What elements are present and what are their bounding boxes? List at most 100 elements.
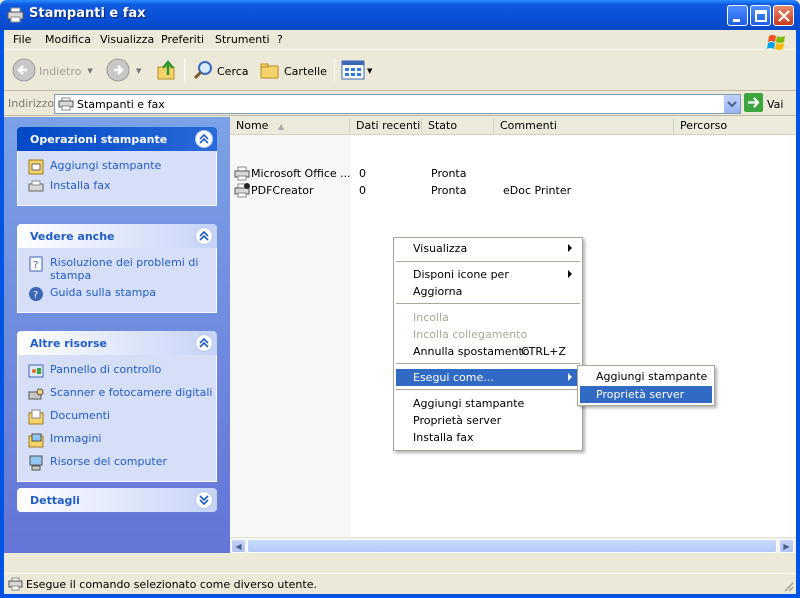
printer-tasks-body: Aggiungi stampante Installa fax	[17, 151, 217, 206]
menu-item-label: Visualizza	[413, 242, 468, 255]
column-header-row: Nome ▲ Dati recenti Stato Commenti Perco…	[230, 117, 796, 135]
row-name: Microsoft Office ...	[251, 167, 351, 180]
link-documents[interactable]: Documenti	[28, 409, 216, 425]
go-button[interactable]: Vai	[744, 93, 783, 114]
views-icon	[341, 59, 365, 84]
menu-separator	[396, 363, 580, 364]
see-also-title: Vedere anche	[30, 230, 115, 243]
toolbar-separator	[334, 59, 335, 83]
row-comment: eDoc Printer	[503, 184, 572, 197]
scroll-thumb[interactable]	[247, 539, 777, 553]
menu-item-install-fax[interactable]: Installa fax	[396, 429, 580, 446]
address-label: Indirizzo	[8, 97, 55, 110]
task-install-fax[interactable]: Installa fax	[28, 179, 216, 195]
column-header-recent[interactable]: Dati recenti	[350, 119, 422, 133]
printer-tasks-header[interactable]: Operazioni stampante	[17, 127, 217, 151]
forward-button[interactable]: ▼	[106, 58, 141, 84]
collapse-chevron-icon[interactable]	[195, 334, 213, 352]
link-printing-help[interactable]: ? Guida sulla stampa	[28, 286, 216, 302]
menu-item-refresh[interactable]: Aggiorna	[396, 283, 580, 300]
back-dropdown-icon[interactable]: ▼	[87, 67, 92, 75]
menu-item-view[interactable]: Visualizza	[396, 240, 580, 257]
views-button[interactable]: ▼	[341, 58, 372, 84]
menu-item-label: Proprietà server	[413, 414, 502, 427]
run-as-submenu: Aggiungi stampante Proprietà server	[577, 365, 715, 406]
toolbar: Indietro ▼ ▼ Cerca Cartelle ▼	[4, 51, 796, 91]
link-control-panel[interactable]: Pannello di controllo	[28, 363, 216, 379]
menu-item-run-as[interactable]: Esegui come...	[396, 369, 580, 386]
documents-folder-icon	[28, 409, 44, 425]
other-places-title: Altre risorse	[30, 337, 107, 350]
my-computer-icon	[28, 455, 44, 471]
table-row[interactable]: Microsoft Office ... 0 Pronta	[230, 165, 796, 182]
forward-dropdown-icon[interactable]: ▼	[136, 67, 141, 75]
up-folder-button[interactable]	[156, 58, 178, 84]
table-row[interactable]: PDFCreator 0 Pronta eDoc Printer	[230, 182, 796, 199]
menu-help[interactable]: ?	[277, 33, 283, 46]
row-recent: 0	[359, 184, 366, 197]
context-menu: Visualizza Disponi icone per Aggiorna In…	[393, 237, 583, 451]
maximize-button[interactable]	[750, 5, 771, 26]
collapse-chevron-icon[interactable]	[195, 227, 213, 245]
minimize-button[interactable]	[727, 5, 748, 26]
address-value: Stampanti e fax	[77, 98, 165, 111]
column-header-path[interactable]: Percorso	[674, 119, 796, 133]
back-button[interactable]: Indietro ▼	[12, 58, 93, 84]
task-label: Aggiungi stampante	[50, 159, 162, 172]
svg-text:?: ?	[33, 290, 38, 301]
menu-item-paste-shortcut: Incolla collegamento	[396, 326, 580, 343]
svg-text:?: ?	[33, 260, 38, 271]
add-printer-icon	[28, 159, 44, 175]
column-header-status[interactable]: Stato	[422, 119, 494, 133]
submenu-item-server-properties[interactable]: Proprietà server	[580, 386, 712, 403]
link-my-computer[interactable]: Risorse del computer	[28, 455, 216, 471]
address-dropdown-button[interactable]	[723, 95, 740, 113]
link-label: Documenti	[50, 409, 111, 422]
close-button[interactable]	[773, 5, 794, 26]
resize-grip-icon[interactable]	[782, 580, 794, 592]
horizontal-scrollbar[interactable]: ◀ ▶	[230, 537, 796, 553]
scanner-camera-icon	[28, 386, 44, 402]
link-label: Guida sulla stampa	[50, 286, 157, 299]
address-input[interactable]: Stampanti e fax	[54, 94, 741, 114]
title-bar[interactable]: Stampanti e fax	[0, 0, 800, 30]
sort-ascending-icon: ▲	[277, 122, 285, 131]
menu-edit[interactable]: Modifica	[45, 33, 91, 46]
expand-chevron-icon[interactable]	[195, 491, 213, 509]
printer-fax-icon	[7, 7, 25, 23]
link-troubleshoot-printing[interactable]: ? Risoluzione dei problemi di stampa	[28, 256, 216, 282]
column-header-name[interactable]: Nome ▲	[230, 119, 350, 133]
row-name: PDFCreator	[251, 184, 314, 197]
menu-item-label: Aggiungi stampante	[596, 370, 708, 383]
link-pictures[interactable]: Immagini	[28, 432, 216, 448]
scroll-left-button[interactable]: ◀	[231, 539, 246, 553]
menu-item-arrange-icons[interactable]: Disponi icone per	[396, 266, 580, 283]
back-arrow-icon	[12, 58, 36, 85]
submenu-item-add-printer[interactable]: Aggiungi stampante	[580, 368, 712, 385]
details-panel: Dettagli	[17, 488, 217, 512]
menu-separator	[396, 261, 580, 262]
collapse-chevron-icon[interactable]	[195, 130, 213, 148]
task-add-printer[interactable]: Aggiungi stampante	[28, 159, 216, 175]
windows-logo-icon	[766, 33, 788, 52]
other-places-header[interactable]: Altre risorse	[17, 331, 217, 355]
menu-tools[interactable]: Strumenti	[215, 33, 270, 46]
menu-item-add-printer[interactable]: Aggiungi stampante	[396, 395, 580, 412]
column-header-comments[interactable]: Commenti	[494, 119, 674, 133]
search-button[interactable]: Cerca	[192, 58, 249, 84]
details-header[interactable]: Dettagli	[17, 488, 217, 512]
menu-item-undo-move[interactable]: Annulla spostamento CTRL+Z	[396, 343, 580, 360]
link-scanners-cameras[interactable]: Scanner e fotocamere digitali	[28, 386, 216, 402]
scroll-right-button[interactable]: ▶	[779, 539, 794, 553]
menu-item-server-properties[interactable]: Proprietà server	[396, 412, 580, 429]
link-label: Immagini	[50, 432, 102, 445]
views-dropdown-icon[interactable]: ▼	[367, 67, 372, 75]
printer-tasks-panel: Operazioni stampante Aggiungi stampante …	[17, 127, 217, 206]
back-label: Indietro	[39, 64, 82, 78]
menu-file[interactable]: File	[13, 33, 31, 46]
menu-item-label: Annulla spostamento	[413, 345, 530, 358]
see-also-header[interactable]: Vedere anche	[17, 224, 217, 248]
folders-button[interactable]: Cartelle	[259, 58, 327, 84]
menu-view[interactable]: Visualizza	[100, 33, 154, 46]
menu-favorites[interactable]: Preferiti	[161, 33, 204, 46]
